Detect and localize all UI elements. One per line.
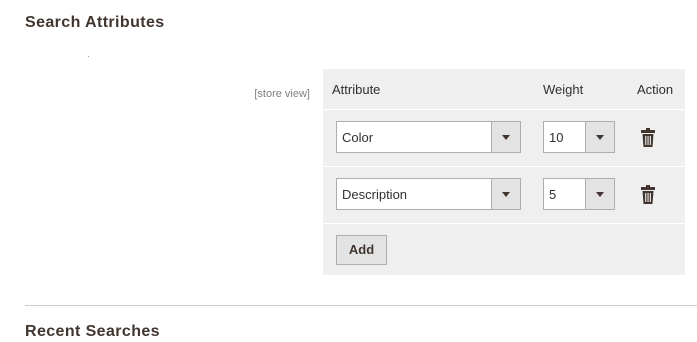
decorative-dot (88, 56, 89, 57)
table-row: Color 10 (323, 109, 685, 166)
weight-select[interactable]: 5 (543, 178, 615, 210)
attribute-select[interactable]: Description (336, 178, 521, 210)
attribute-select-value: Description (342, 187, 408, 202)
add-row: Add (323, 223, 685, 275)
weight-select[interactable]: 10 (543, 121, 615, 153)
chevron-down-icon[interactable] (585, 122, 614, 152)
attribute-select[interactable]: Color (336, 121, 521, 153)
weight-column-header: Weight (543, 82, 584, 97)
trash-icon[interactable] (641, 128, 655, 147)
weight-select-value: 10 (549, 130, 564, 145)
table-row: Description 5 (323, 166, 685, 223)
search-settings-page: Search Attributes [store view] Attribute… (0, 0, 697, 342)
store-view-scope-label: [store view] (254, 88, 310, 100)
add-attribute-button[interactable]: Add (336, 235, 387, 265)
trash-icon[interactable] (641, 185, 655, 204)
search-attributes-grid: Attribute Weight Action Color 10 Descrip… (323, 69, 685, 275)
chevron-down-icon[interactable] (491, 179, 520, 209)
attribute-column-header: Attribute (332, 82, 381, 97)
attribute-select-value: Color (342, 130, 374, 145)
weight-select-value: 5 (549, 187, 557, 202)
section-divider (25, 305, 697, 306)
action-column-header: Action (637, 82, 674, 97)
grid-header: Attribute Weight Action (323, 69, 685, 109)
chevron-down-icon[interactable] (491, 122, 520, 152)
recent-searches-title[interactable]: Recent Searches (25, 323, 160, 341)
search-attributes-title: Search Attributes (25, 14, 165, 31)
chevron-down-icon[interactable] (585, 179, 614, 209)
